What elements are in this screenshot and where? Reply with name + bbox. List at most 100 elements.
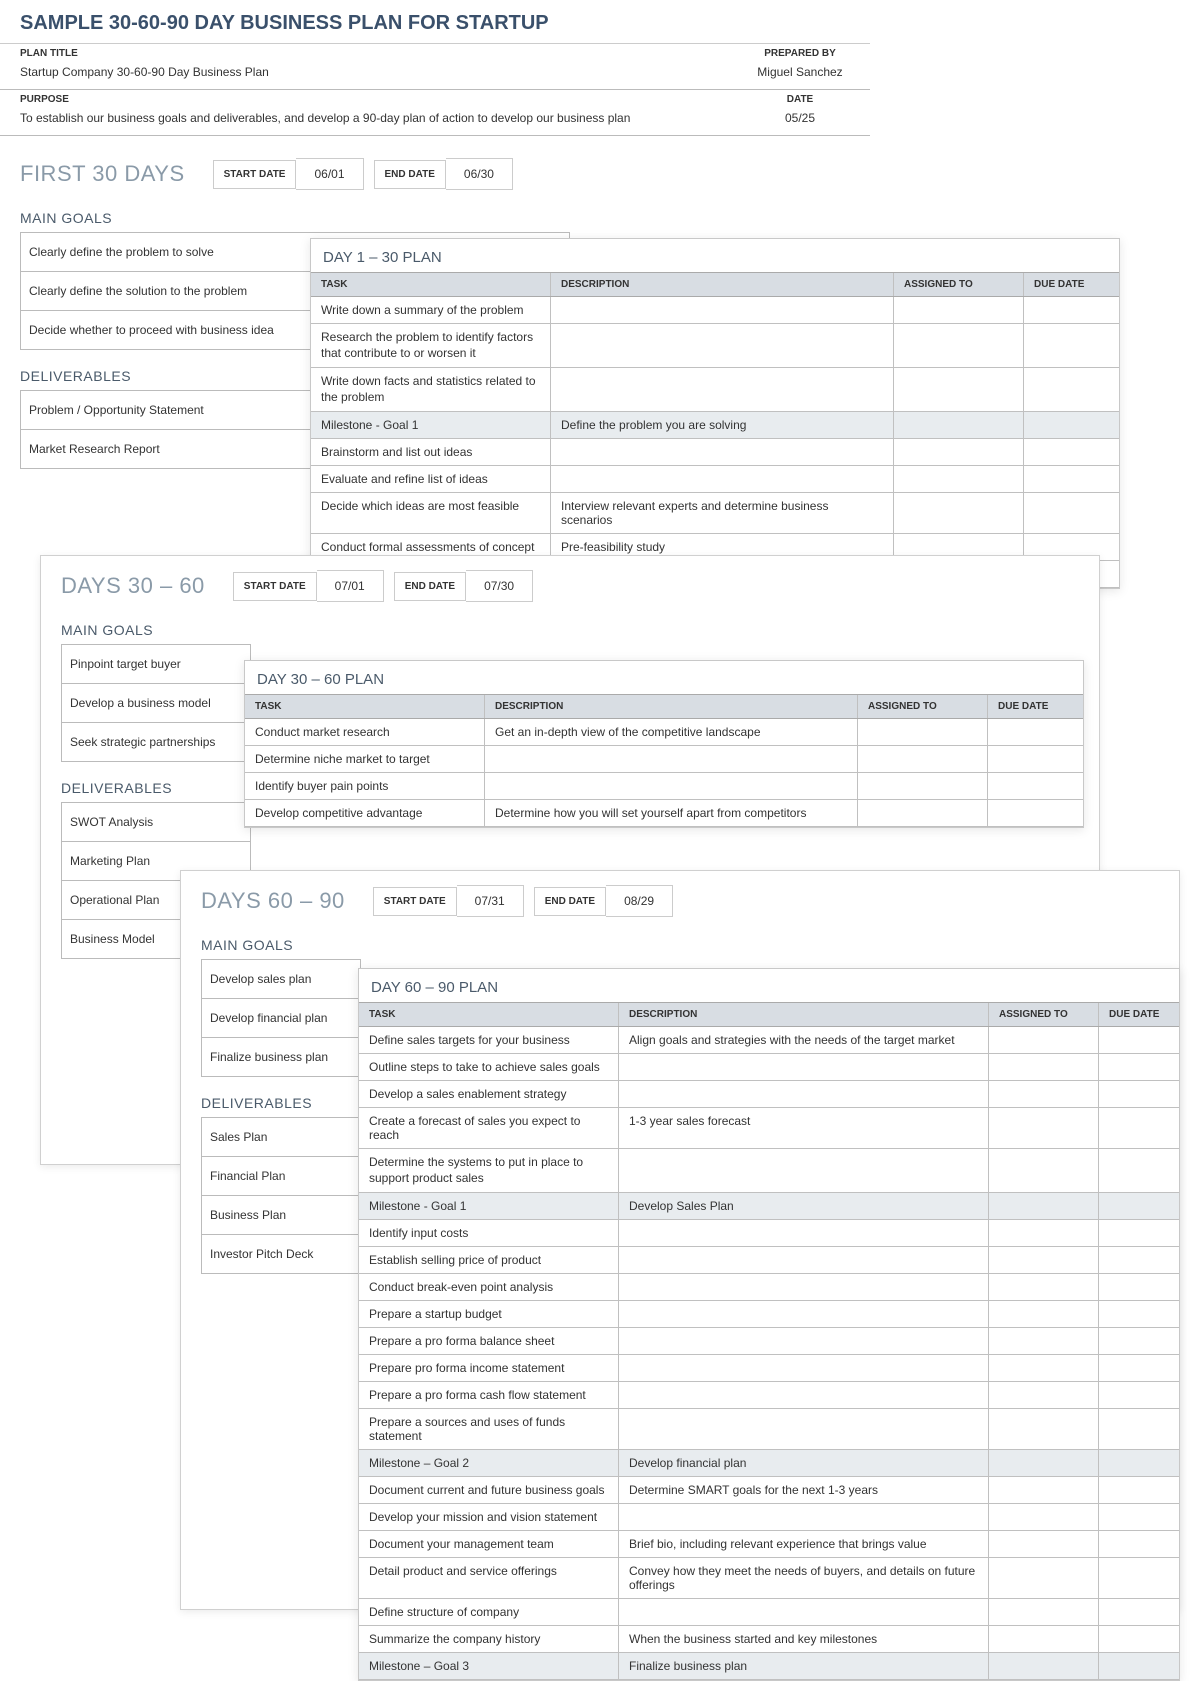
cell-due	[1024, 368, 1119, 411]
header-row-1: PLAN TITLE Startup Company 30-60-90 Day …	[0, 44, 870, 90]
cell-task: Define structure of company	[359, 1599, 619, 1625]
cell-task: Document current and future business goa…	[359, 1477, 619, 1503]
phase30-end-date: 06/30	[446, 158, 513, 190]
table-row: Define sales targets for your businessAl…	[359, 1027, 1179, 1054]
phase90-bar: DAYS 60 – 90 START DATE 07/31 END DATE 0…	[201, 885, 1179, 917]
plan-90-card: DAY 60 – 90 PLAN TASK DESCRIPTION ASSIGN…	[358, 968, 1180, 1681]
table-row: Prepare a startup budget	[359, 1301, 1179, 1328]
cell-due	[1024, 412, 1119, 438]
cell-assigned	[989, 1599, 1099, 1625]
cell-task: Develop competitive advantage	[245, 800, 485, 826]
cell-task: Prepare a pro forma balance sheet	[359, 1328, 619, 1354]
date-label: DATE	[730, 90, 870, 107]
cell-due	[988, 719, 1083, 745]
cell-task: Create a forecast of sales you expect to…	[359, 1108, 619, 1148]
col-due: DUE DATE	[988, 695, 1083, 718]
cell-assigned	[989, 1382, 1099, 1408]
main-goals-list-60: Pinpoint target buyer Develop a business…	[61, 644, 251, 762]
table-row: Identify buyer pain points	[245, 773, 1083, 800]
table-row: Identify input costs	[359, 1220, 1179, 1247]
cell-task: Define sales targets for your business	[359, 1027, 619, 1053]
cell-task: Prepare pro forma income statement	[359, 1355, 619, 1381]
col-description: DESCRIPTION	[485, 695, 858, 718]
cell-task: Milestone - Goal 1	[359, 1193, 619, 1219]
cell-description	[619, 1382, 989, 1408]
cell-task: Research the problem to identify factors…	[311, 324, 551, 367]
phase30-start-date: 06/01	[296, 158, 363, 190]
table-row: Evaluate and refine list of ideas	[311, 466, 1119, 493]
list-item: Sales Plan	[202, 1118, 360, 1157]
cell-due	[1024, 439, 1119, 465]
table-row: Prepare a pro forma balance sheet	[359, 1328, 1179, 1355]
cell-due	[1099, 1081, 1179, 1107]
cell-task: Milestone – Goal 2	[359, 1450, 619, 1476]
phase60-start-date: 07/01	[317, 570, 384, 602]
cell-due	[1099, 1247, 1179, 1273]
cell-description	[551, 466, 894, 492]
cell-due	[1024, 297, 1119, 323]
table-row: Develop your mission and vision statemen…	[359, 1504, 1179, 1531]
cell-description: Determine SMART goals for the next 1-3 y…	[619, 1477, 989, 1503]
cell-description: Get an in-depth view of the competitive …	[485, 719, 858, 745]
cell-due	[1099, 1220, 1179, 1246]
cell-assigned	[989, 1477, 1099, 1503]
main-goals-title-60: MAIN GOALS	[41, 614, 1099, 644]
cell-task: Identify input costs	[359, 1220, 619, 1246]
start-date-label: START DATE	[233, 572, 317, 601]
table-row: Write down facts and statistics related …	[311, 368, 1119, 412]
table-row: Prepare a pro forma cash flow statement	[359, 1382, 1179, 1409]
col-task: TASK	[359, 1003, 619, 1026]
cell-assigned	[894, 324, 1024, 367]
cell-task: Decide which ideas are most feasible	[311, 493, 551, 533]
plan60-header: TASK DESCRIPTION ASSIGNED TO DUE DATE	[245, 694, 1083, 719]
cell-description	[619, 1247, 989, 1273]
cell-assigned	[989, 1274, 1099, 1300]
phase30-bar: FIRST 30 DAYS START DATE 06/01 END DATE …	[20, 158, 870, 190]
cell-description	[551, 439, 894, 465]
cell-assigned	[989, 1149, 1099, 1192]
cell-task: Milestone – Goal 3	[359, 1653, 619, 1679]
table-row: Prepare a sources and uses of funds stat…	[359, 1409, 1179, 1450]
purpose-label: PURPOSE	[0, 90, 730, 107]
col-assigned: ASSIGNED TO	[989, 1003, 1099, 1026]
cell-due	[988, 800, 1083, 826]
cell-due	[1099, 1301, 1179, 1327]
list-item: SWOT Analysis	[62, 803, 250, 842]
cell-description	[619, 1081, 989, 1107]
table-row: Conduct market researchGet an in-depth v…	[245, 719, 1083, 746]
cell-task: Write down a summary of the problem	[311, 297, 551, 323]
col-assigned: ASSIGNED TO	[894, 273, 1024, 296]
cell-due	[1099, 1558, 1179, 1598]
col-task: TASK	[311, 273, 551, 296]
cell-due	[1099, 1409, 1179, 1449]
table-row: Create a forecast of sales you expect to…	[359, 1108, 1179, 1149]
header-row-2: PURPOSE To establish our business goals …	[0, 90, 870, 136]
cell-due	[1099, 1477, 1179, 1503]
cell-task: Identify buyer pain points	[245, 773, 485, 799]
cell-assigned	[989, 1108, 1099, 1148]
cell-due	[988, 773, 1083, 799]
cell-due	[1099, 1355, 1179, 1381]
cell-task: Develop your mission and vision statemen…	[359, 1504, 619, 1530]
cell-description	[619, 1220, 989, 1246]
table-row: Establish selling price of product	[359, 1247, 1179, 1274]
table-row: Summarize the company historyWhen the bu…	[359, 1626, 1179, 1653]
cell-assigned	[894, 368, 1024, 411]
end-date-label: END DATE	[534, 887, 606, 916]
cell-description: When the business started and key milest…	[619, 1626, 989, 1652]
cell-assigned	[894, 439, 1024, 465]
cell-description: Define the problem you are solving	[551, 412, 894, 438]
cell-assigned	[989, 1027, 1099, 1053]
cell-description: Determine how you will set yourself apar…	[485, 800, 858, 826]
list-item: Business Plan	[202, 1196, 360, 1235]
list-item: Financial Plan	[202, 1157, 360, 1196]
cell-task: Milestone - Goal 1	[311, 412, 551, 438]
end-date-label: END DATE	[394, 572, 466, 601]
table-row: Milestone - Goal 1Develop Sales Plan	[359, 1193, 1179, 1220]
cell-description: Brief bio, including relevant experience…	[619, 1531, 989, 1557]
table-row: Milestone – Goal 2Develop financial plan	[359, 1450, 1179, 1477]
prepared-by-value: Miguel Sanchez	[730, 61, 870, 89]
table-row: Determine the systems to put in place to…	[359, 1149, 1179, 1193]
cell-description	[551, 297, 894, 323]
main-goals-list-90: Develop sales plan Develop financial pla…	[201, 959, 361, 1077]
